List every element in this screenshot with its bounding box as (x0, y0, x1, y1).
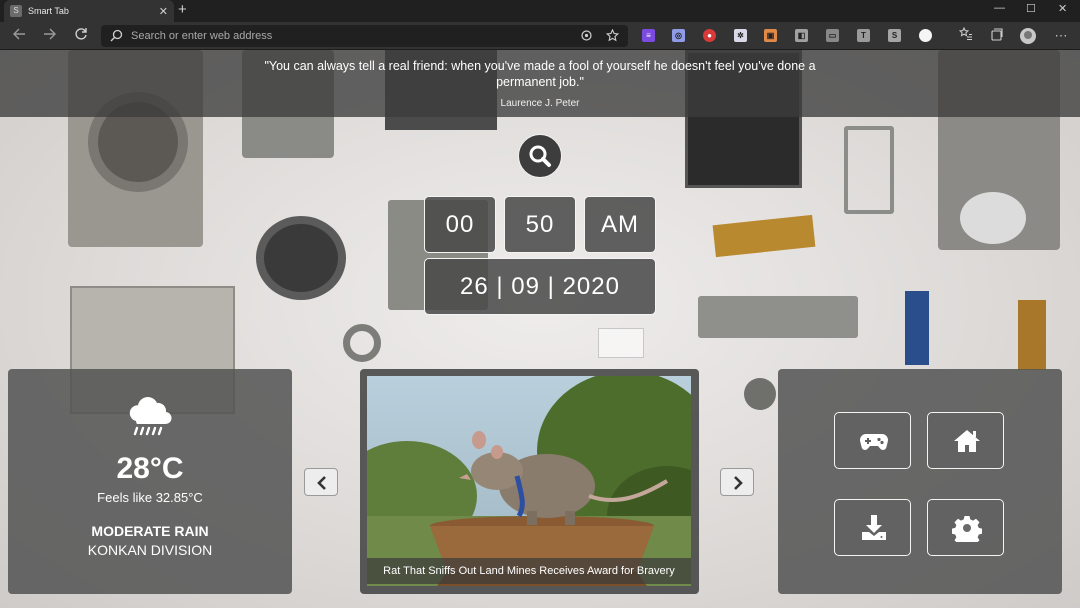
back-arrow-icon[interactable] (10, 27, 28, 45)
extension-icon-9[interactable]: S (888, 29, 901, 42)
news-image (367, 376, 691, 586)
tab-favicon: S (10, 5, 22, 17)
forward-arrow-icon[interactable] (41, 27, 59, 45)
extension-icon-10[interactable]: ● (919, 29, 932, 42)
weather-location: KONKAN DIVISION (87, 542, 213, 558)
minimize-button[interactable]: — (994, 2, 1005, 14)
gear-icon (952, 516, 982, 542)
tracking-icon[interactable] (579, 29, 593, 43)
clock-minutes: 50 (504, 196, 576, 253)
browser-toolbar: ≡ ◎ ● ✲ ▣ ◧ ▭ T S ● ⋯ (0, 22, 1080, 50)
address-input[interactable] (131, 27, 561, 45)
refresh-icon[interactable] (72, 27, 90, 45)
extension-icon-8[interactable]: T (857, 29, 870, 42)
news-next-button[interactable] (720, 468, 754, 496)
close-window-button[interactable]: ✕ (1058, 2, 1067, 15)
weather-temperature: 28°C (116, 452, 184, 485)
maximize-button[interactable]: ☐ (1026, 2, 1036, 15)
search-icon (529, 145, 551, 167)
quote-author: Laurence J. Peter (500, 98, 580, 109)
search-button[interactable] (518, 134, 562, 178)
smart-tab-page: "You can always tell a real friend: when… (0, 50, 1080, 608)
tab-title: Smart Tab (28, 6, 69, 16)
extension-icon-5[interactable]: ▣ (764, 29, 777, 42)
home-shortcut[interactable] (927, 412, 1004, 469)
rain-cloud-icon (129, 397, 172, 436)
news-caption: Rat That Sniffs Out Land Mines Receives … (367, 558, 691, 584)
news-previous-button[interactable] (304, 468, 338, 496)
news-card[interactable]: Rat That Sniffs Out Land Mines Receives … (360, 369, 699, 594)
tab-smart-tab[interactable]: S Smart Tab ✕ (4, 0, 174, 22)
gamepad-icon (860, 434, 888, 450)
extension-icon-2[interactable]: ◎ (672, 29, 685, 42)
more-menu-icon[interactable]: ⋯ (1052, 27, 1070, 45)
address-search-icon (110, 29, 123, 47)
clock-date: 26 | 09 | 2020 (424, 258, 656, 315)
quote-text: "You can always tell a real friend: when… (264, 59, 816, 89)
profile-avatar[interactable] (1020, 28, 1036, 44)
weather-feels-like: Feels like 32.85°C (97, 490, 203, 505)
tab-strip: S Smart Tab ✕ + — ☐ ✕ (0, 0, 1080, 22)
extension-icon-3[interactable]: ● (703, 29, 716, 42)
weather-condition: MODERATE RAIN (91, 523, 209, 539)
games-shortcut[interactable] (834, 412, 911, 469)
shortcuts-panel (778, 369, 1062, 594)
close-tab-icon[interactable]: ✕ (159, 5, 168, 18)
chevron-left-icon (317, 476, 326, 490)
extension-icon-4[interactable]: ✲ (734, 29, 747, 42)
extension-icon-1[interactable]: ≡ (642, 29, 655, 42)
address-bar[interactable] (101, 25, 628, 47)
downloads-shortcut[interactable] (834, 499, 911, 556)
favorites-list-icon[interactable] (957, 26, 975, 45)
home-icon (954, 430, 980, 452)
chevron-right-icon (734, 476, 743, 490)
new-tab-button[interactable]: + (178, 1, 187, 18)
extension-icon-6[interactable]: ◧ (795, 29, 808, 42)
download-icon (862, 515, 886, 540)
quote-banner: "You can always tell a real friend: when… (0, 50, 1080, 117)
clock-hours: 00 (424, 196, 496, 253)
weather-panel: 28°C Feels like 32.85°C MODERATE RAIN KO… (8, 369, 292, 594)
favorite-star-icon[interactable] (605, 28, 619, 43)
collections-icon[interactable] (988, 27, 1006, 45)
settings-shortcut[interactable] (927, 499, 1004, 556)
extension-icon-7[interactable]: ▭ (826, 29, 839, 42)
clock-period: AM (584, 196, 656, 253)
